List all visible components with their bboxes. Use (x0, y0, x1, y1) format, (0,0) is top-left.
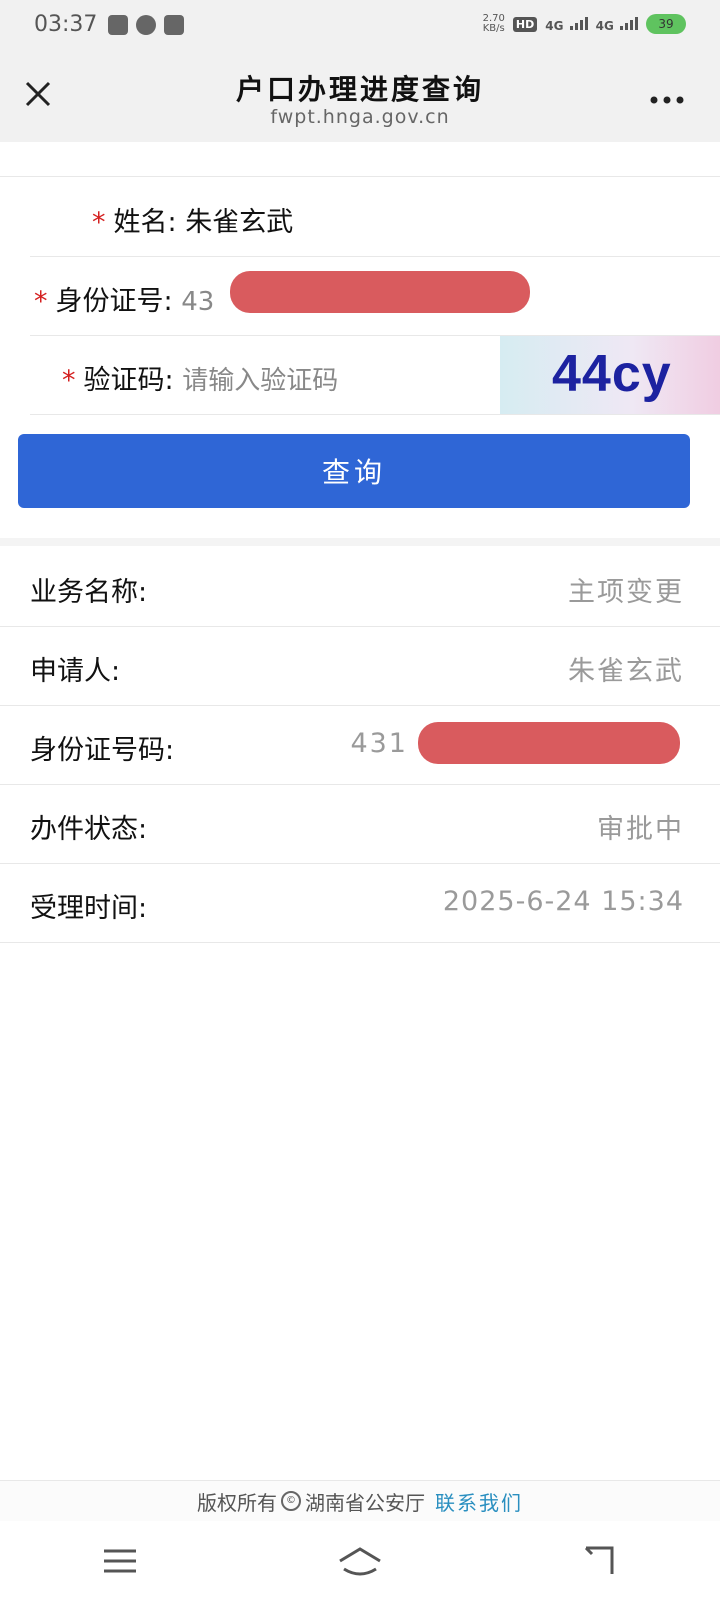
back-icon (584, 1546, 614, 1574)
system-nav-bar (0, 1522, 720, 1600)
copyright-text: 版权所有 (197, 1490, 277, 1515)
sim1-label: 4G (545, 18, 564, 33)
redaction-mark (230, 271, 530, 313)
contact-link[interactable]: 联系我们 (435, 1487, 523, 1516)
name-row: * 姓名: 朱雀玄武 (30, 178, 720, 257)
query-button[interactable]: 查询 (18, 434, 690, 508)
org-name: 湖南省公安厅 (305, 1490, 425, 1515)
result-value: 朱雀玄武 (568, 656, 684, 687)
captcha-text: 44cy (552, 345, 672, 403)
sim1-signal-icon: 4G (545, 16, 588, 33)
captcha-input[interactable]: 请输入验证码 (182, 366, 338, 396)
name-input[interactable]: 朱雀玄武 (185, 207, 293, 238)
result-row: 受理时间: 2025-6-24 15:34 (0, 864, 720, 943)
result-row: 身份证号码: 431 (0, 706, 720, 785)
result-label: 身份证号码: (30, 735, 175, 766)
result-list: 业务名称: 主项变更 申请人: 朱雀玄武 身份证号码: 431 办件状态: 审批… (0, 548, 720, 943)
network-speed-unit: KB/s (482, 23, 505, 34)
network-speed: 2.70 KB/s (483, 14, 505, 34)
hd-icon: HD (512, 16, 538, 32)
message-notification-icon (136, 15, 156, 35)
status-bar: 03:37 2.70 KB/s HD 4G 4G 39 (0, 0, 720, 56)
required-mark: * (62, 365, 76, 396)
captcha-row: * 验证码: 请输入验证码 44cy (30, 336, 720, 415)
page-title: 户口办理进度查询 (235, 73, 484, 106)
result-value: 审批中 (597, 814, 684, 845)
result-label: 申请人: (30, 656, 121, 687)
menu-icon (104, 1549, 136, 1573)
result-label: 受理时间: (30, 893, 148, 924)
captcha-image[interactable]: 44cy (500, 336, 720, 414)
query-form: * 姓名: 朱雀玄武 * 身份证号: 43 * 验证码: 请输入验证码 44cy (0, 176, 720, 415)
page-footer: 版权所有 © 湖南省公安厅 联系我们 (0, 1480, 720, 1521)
captcha-label-group: * 验证码: 请输入验证码 (62, 358, 338, 397)
redaction-mark (418, 722, 680, 764)
name-label: 姓名: (113, 207, 177, 238)
id-input[interactable]: 43 (181, 287, 214, 317)
more-icon[interactable] (642, 78, 692, 118)
required-mark: * (34, 286, 48, 317)
back-nav-button[interactable] (570, 1536, 630, 1586)
home-icon (339, 1547, 381, 1576)
result-row: 申请人: 朱雀玄武 (0, 627, 720, 706)
result-value: 431 (350, 728, 408, 759)
app-notification-icon (108, 15, 128, 35)
page-header: 户口办理进度查询 fwpt.hnga.gov.cn (0, 56, 720, 142)
id-row: * 身份证号: 43 (30, 257, 720, 336)
result-row: 业务名称: 主项变更 (0, 548, 720, 627)
name-label-group: * 姓名: 朱雀玄武 (92, 200, 293, 239)
result-row: 办件状态: 审批中 (0, 785, 720, 864)
page-url: fwpt.hnga.gov.cn (270, 106, 450, 128)
sim2-signal-icon: 4G (596, 16, 638, 33)
section-divider (0, 538, 720, 546)
home-nav-button[interactable] (330, 1536, 390, 1586)
result-label: 业务名称: (30, 577, 148, 608)
id-label: 身份证号: (55, 286, 173, 317)
copyright-icon: © (281, 1491, 301, 1511)
notification-icons (108, 15, 184, 35)
id-label-group: * 身份证号: 43 (34, 279, 214, 318)
radio-notification-icon (164, 15, 184, 35)
status-time: 03:37 (34, 12, 98, 37)
result-value: 主项变更 (568, 577, 684, 608)
menu-nav-button[interactable] (90, 1536, 150, 1586)
result-label: 办件状态: (30, 814, 148, 845)
sim2-label: 4G (595, 18, 614, 33)
result-value: 2025-6-24 15:34 (442, 886, 684, 917)
captcha-label: 验证码: (83, 365, 174, 396)
required-mark: * (92, 207, 106, 238)
status-right: 2.70 KB/s HD 4G 4G 39 (483, 14, 686, 34)
battery-icon: 39 (646, 14, 686, 34)
more-icon-svg (650, 96, 684, 104)
